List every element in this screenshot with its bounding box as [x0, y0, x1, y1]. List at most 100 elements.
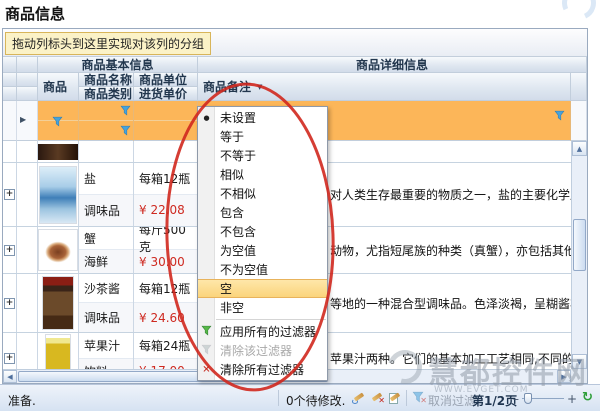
menu-separator — [216, 319, 326, 320]
band-basic-info[interactable]: 商品基本信息 — [38, 57, 198, 73]
group-by-panel[interactable]: 拖动列标头到这里实现对该列的分组 — [3, 29, 587, 57]
watermark-corner-logo — [557, 0, 600, 25]
column-header-category[interactable]: 商品类别 — [79, 87, 134, 101]
column-header-name[interactable]: 商品名称 — [79, 73, 134, 87]
menu-item-not-like[interactable]: 不相似 — [198, 184, 327, 203]
cancel-filter-icon: ✕ — [412, 391, 426, 405]
product-unit: 每斤500克 — [134, 227, 197, 250]
product-category: 调味品 — [79, 303, 133, 332]
scroll-up-icon[interactable]: ▲ — [572, 141, 587, 156]
expand-plus-icon[interactable]: + — [4, 353, 15, 364]
band-indicator-cell — [3, 57, 17, 73]
name-cell: 盐 调味品 — [79, 163, 134, 226]
menu-item-label: 包含 — [220, 204, 244, 221]
zoom-in-button[interactable]: + — [567, 392, 577, 406]
page-slider-thumb[interactable] — [524, 393, 532, 404]
menu-item-not-empty[interactable]: 非空 — [198, 298, 327, 317]
filter-dropdown-arrow-icon[interactable]: ▼ — [257, 83, 262, 91]
cancel-edits-icon[interactable]: ✕ — [370, 391, 384, 405]
menu-item-label: 清除该过滤器 — [220, 342, 292, 359]
page-title: 商品信息 — [5, 3, 65, 24]
column-header-image[interactable]: 商品 — [38, 73, 79, 101]
menu-item-apply-all-filters[interactable]: 应用所有的过滤器 — [198, 322, 327, 341]
menu-item-not-contains[interactable]: 不包含 — [198, 222, 327, 241]
column-header-unit[interactable]: 商品单位 — [134, 73, 198, 87]
vertical-scrollbar[interactable]: ▲ ▼ — [571, 141, 587, 369]
filter-cell-image[interactable] — [38, 101, 79, 141]
separator — [278, 390, 279, 406]
edit-grid-icon[interactable] — [388, 391, 402, 405]
product-unit: 每箱12瓶 — [134, 274, 197, 303]
menu-item-label: 非空 — [220, 299, 244, 316]
menu-item-label: 应用所有的过滤器 — [220, 323, 316, 340]
scroll-right-icon[interactable]: ▶ — [557, 370, 571, 383]
header-expand-cell2 — [17, 87, 38, 101]
menu-item-is-not-null[interactable]: 不为空值 — [198, 260, 327, 279]
product-category: 调味品 — [79, 195, 133, 227]
clear-filters-icon: ✕ — [201, 364, 212, 375]
focused-row-indicator-icon: ▶ — [20, 115, 26, 124]
unit-cell — [134, 141, 198, 162]
menu-item-like[interactable]: 相似 — [198, 165, 327, 184]
refresh-icon[interactable]: ↻ — [582, 390, 593, 405]
name-cell — [79, 141, 134, 162]
funnel-icon[interactable] — [554, 110, 565, 121]
expand-plus-icon[interactable]: + — [4, 245, 15, 256]
funnel-icon[interactable] — [120, 105, 131, 116]
menu-item-empty[interactable]: 空 — [198, 279, 327, 298]
row-expand-button[interactable]: + — [3, 227, 17, 273]
unit-cell: 每箱24瓶 ¥ 17.00 — [134, 333, 198, 369]
product-price: ¥ 24.60 — [134, 303, 197, 332]
cancel-filter-label: 取消过滤 — [428, 392, 476, 409]
menu-item-label: 未设置 — [220, 109, 256, 126]
clear-filter-icon — [201, 344, 212, 358]
funnel-icon[interactable] — [120, 125, 131, 136]
menu-item-label: 不等于 — [220, 147, 256, 164]
filter-cell-name[interactable] — [79, 101, 134, 141]
row-expand-cell — [17, 333, 38, 369]
column-header-price[interactable]: 进货单价 — [134, 87, 198, 101]
header-indicator-cell2 — [3, 87, 17, 101]
product-name: 蟹 — [79, 227, 133, 250]
row-expand-button[interactable]: + — [3, 274, 17, 332]
menu-item-equals[interactable]: 等于 — [198, 127, 327, 146]
row-expand-button[interactable]: + — [3, 163, 17, 226]
menu-item-contains[interactable]: 包含 — [198, 203, 327, 222]
product-category: 饮料 — [79, 359, 133, 370]
menu-item-not-set[interactable]: ● 未设置 — [198, 108, 327, 127]
expand-plus-icon[interactable]: + — [4, 189, 15, 200]
menu-item-is-null[interactable]: 为空值 — [198, 241, 327, 260]
band-expand-cell — [17, 57, 38, 73]
product-image-sauce-jar — [38, 274, 79, 332]
product-price: ¥ 22.08 — [134, 195, 197, 227]
menu-item-clear-all-filters[interactable]: ✕ 清除所有过滤器 — [198, 360, 327, 379]
menu-item-not-equals[interactable]: 不等于 — [198, 146, 327, 165]
column-header-note-label: 商品备注 — [203, 78, 251, 95]
row-expand-button[interactable]: + — [3, 333, 17, 369]
scrollbar-corner — [571, 369, 587, 383]
apply-filter-icon — [201, 325, 212, 339]
product-unit: 每箱24瓶 — [134, 333, 197, 359]
product-image-salt-bag — [38, 163, 79, 226]
column-header-note[interactable]: 商品备注 ▼ — [198, 73, 571, 101]
scroll-down-icon[interactable]: ▼ — [572, 354, 587, 369]
funnel-icon[interactable] — [52, 116, 63, 127]
product-image-crab — [38, 227, 79, 273]
product-price: ¥ 17.00 — [134, 359, 197, 370]
undo-edit-icon[interactable] — [352, 391, 366, 405]
group-panel-hint: 拖动列标头到这里实现对该列的分组 — [5, 32, 211, 55]
status-ready-text: 准备. — [8, 392, 36, 409]
expand-plus-icon[interactable]: + — [4, 298, 15, 309]
vertical-scroll-thumb[interactable] — [573, 219, 586, 271]
name-cell: 蟹 海鲜 — [79, 227, 134, 273]
row-expand-cell — [17, 141, 38, 162]
row-expand-cell — [17, 163, 38, 226]
scroll-left-icon[interactable]: ◀ — [3, 370, 17, 383]
product-image-juice-glass — [38, 333, 79, 369]
zoom-out-button[interactable]: – — [513, 392, 519, 406]
filter-cell-unit[interactable] — [134, 101, 198, 141]
separator — [406, 390, 407, 406]
band-detail-info[interactable]: 商品详细信息 — [198, 57, 587, 73]
status-bar: 准备. 0个待修改. ✕ ✕ 取消过滤 第1/2页 – + ↻ — [0, 384, 600, 411]
name-cell: 苹果汁 饮料 — [79, 333, 134, 369]
